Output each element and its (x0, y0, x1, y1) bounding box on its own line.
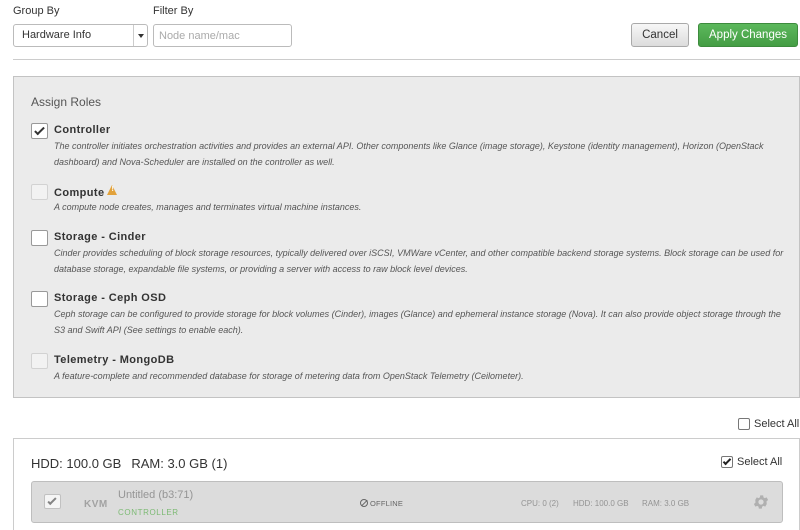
role-compute-checkbox[interactable] (31, 184, 48, 200)
select-all-label: Select All (754, 418, 800, 430)
role-description: Ceph storage can be configured to provid… (54, 309, 781, 335)
apply-changes-button[interactable]: Apply Changes (698, 23, 798, 47)
offline-icon (360, 499, 368, 507)
role-telemetry-mongodb-checkbox[interactable] (31, 353, 48, 369)
role-name: Compute (54, 187, 105, 199)
node-status: OFFLINE (360, 499, 403, 508)
chevron-down-icon[interactable] (133, 25, 147, 46)
role-description: The controller initiates orchestration a… (54, 141, 764, 167)
role-name: Storage - Cinder (54, 231, 146, 243)
warning-icon[interactable] (107, 185, 118, 195)
group-select-all-checkbox[interactable] (721, 456, 733, 468)
cancel-button[interactable]: Cancel (631, 23, 689, 47)
role-controller-checkbox[interactable] (31, 123, 48, 139)
checkmark-icon (722, 456, 732, 466)
node-row[interactable]: KVM Untitled (b3:71) CONTROLLER OFFLINE … (31, 481, 783, 523)
role-storage-cinder-checkbox[interactable] (31, 230, 48, 246)
role-name-wrapper: Compute (54, 185, 118, 199)
role-name: Telemetry - MongoDB (54, 354, 175, 366)
toolbar-divider (13, 59, 800, 60)
group-by-value: Hardware Info (22, 29, 92, 41)
role-description: Cinder provides scheduling of block stor… (54, 248, 784, 274)
filter-by-label: Filter By (153, 5, 194, 17)
node-checkbox[interactable] (44, 494, 61, 509)
gear-icon[interactable] (752, 493, 770, 511)
node-ram: RAM: 3.0 GB (642, 499, 690, 508)
select-all-checkbox[interactable] (738, 418, 750, 430)
group-by-select[interactable]: Hardware Info (13, 24, 148, 47)
node-group-heading: HDD: 100.0 GB RAM: 3.0 GB (1) (31, 456, 237, 471)
role-name: Controller (54, 124, 111, 136)
checkmark-icon (47, 495, 57, 506)
node-filter-input[interactable] (153, 24, 292, 47)
assign-roles-title: Assign Roles (31, 95, 102, 109)
checkmark-icon (34, 124, 45, 136)
node-status-text: OFFLINE (370, 499, 404, 508)
group-select-all-label: Select All (737, 456, 783, 468)
group-ram: RAM: 3.0 GB (1) (131, 456, 228, 471)
node-hdd: HDD: 100.0 GB (573, 499, 629, 508)
node-role: CONTROLLER (118, 508, 179, 517)
role-description: A compute node creates, manages and term… (54, 202, 362, 212)
role-storage-ceph-osd-checkbox[interactable] (31, 291, 48, 307)
node-type: KVM (84, 499, 108, 510)
node-cpu: CPU: 0 (2) (521, 499, 559, 508)
role-name: Storage - Ceph OSD (54, 292, 167, 304)
node-group-panel: HDD: 100.0 GB RAM: 3.0 GB (1) Select All … (13, 438, 800, 530)
group-hdd: HDD: 100.0 GB (31, 456, 122, 471)
group-by-label: Group By (13, 5, 60, 17)
assign-roles-panel: Assign Roles Controller The controller i… (13, 76, 800, 398)
role-description: A feature-complete and recommended datab… (54, 371, 524, 381)
node-name[interactable]: Untitled (b3:71) (118, 489, 193, 501)
